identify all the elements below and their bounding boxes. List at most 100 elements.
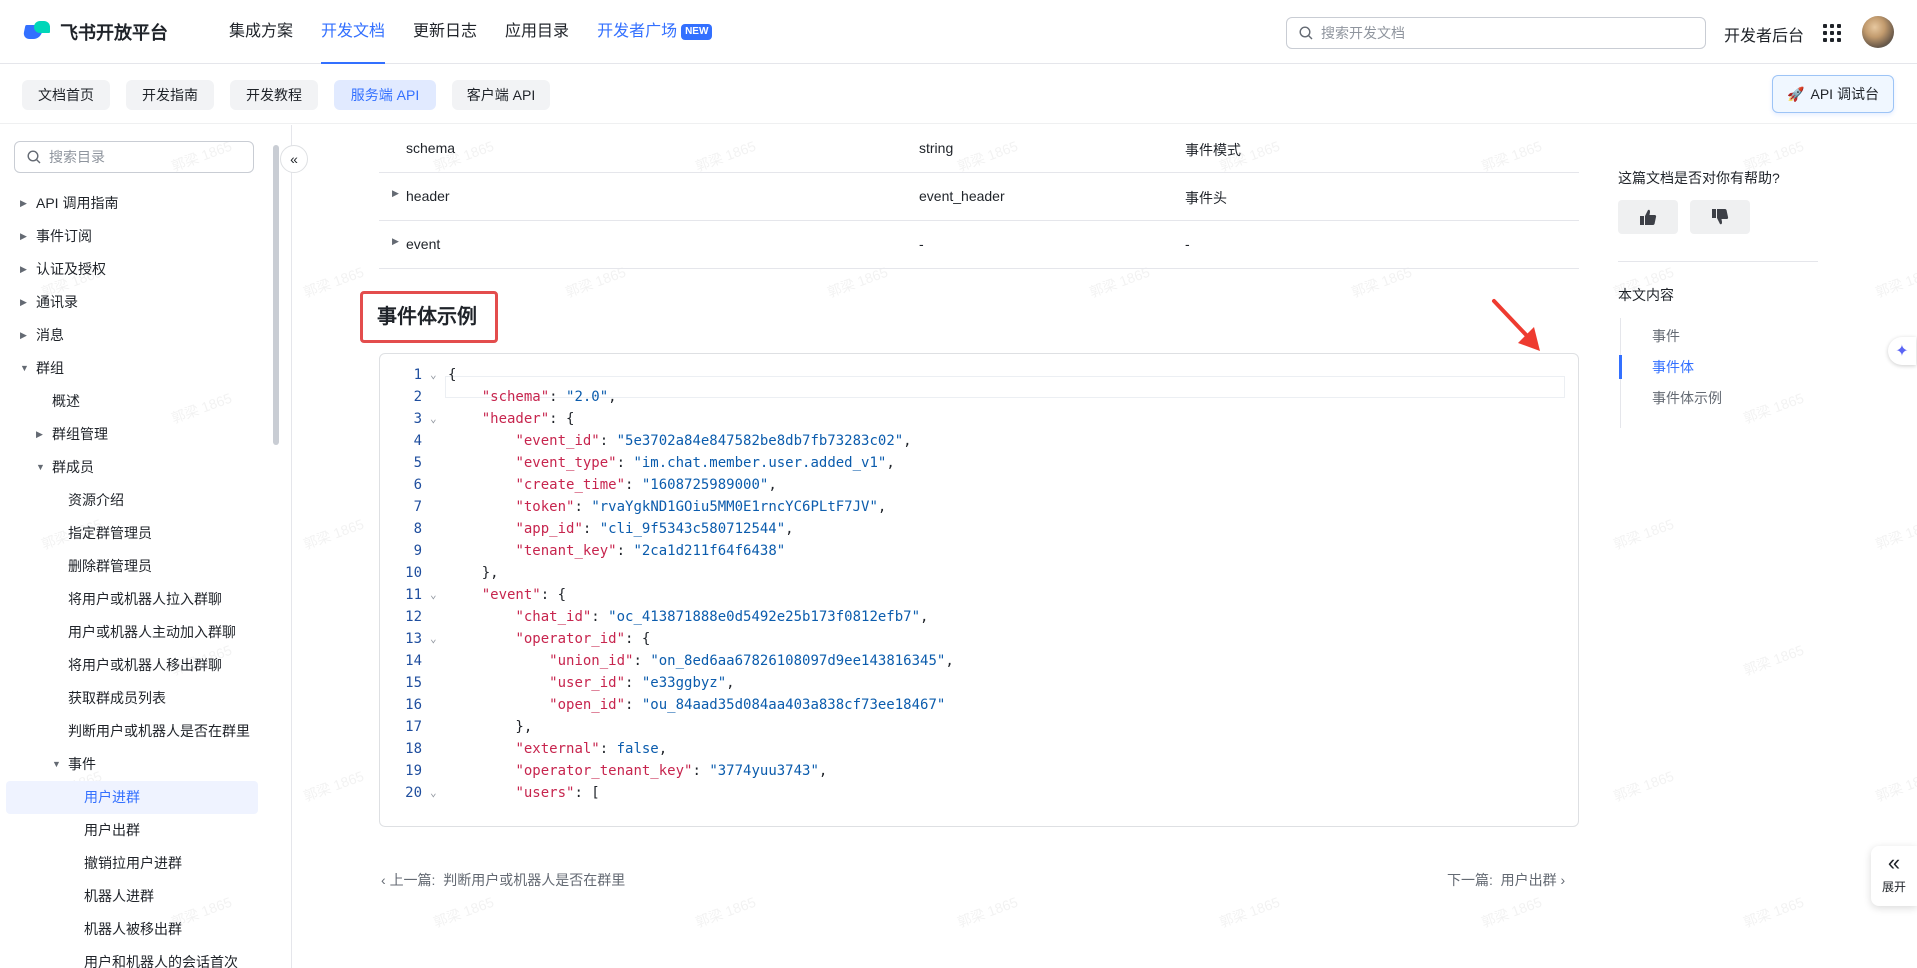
- nav-item-3[interactable]: 应用目录: [505, 0, 569, 64]
- caret-right-icon[interactable]: ▶: [392, 188, 399, 199]
- line-number: 3: [413, 411, 422, 427]
- thumbs-down-button[interactable]: [1690, 200, 1750, 234]
- toc-item[interactable]: 事件体示例: [1652, 388, 1722, 408]
- sidebar-item[interactable]: ▶ 通讯录: [0, 286, 270, 319]
- sidebar-item[interactable]: ▼ 群成员: [0, 451, 270, 484]
- nav-item-2[interactable]: 更新日志: [413, 0, 477, 64]
- code-text: "app_id": "cli_9f5343c580712544",: [515, 521, 794, 537]
- sidebar-item[interactable]: ▶ 消息: [0, 319, 270, 352]
- code-line: 7 "token": "rvaYgkND1GOiu5MM0E1rncYC6PLt…: [380, 496, 1560, 518]
- right-panel: 这篇文档是否对你有帮助? 本文内容 事件 事件体 事件体示例: [1618, 125, 1917, 968]
- api-debug-button[interactable]: 🚀 API 调试台: [1772, 75, 1894, 113]
- sidebar-item[interactable]: ▶ 事件订阅: [0, 220, 270, 253]
- subnav-tab-3[interactable]: 服务端 API: [334, 80, 436, 110]
- main-content: schema string 事件模式 ▶ header event_header 事件头 ▶ e…: [292, 125, 1582, 968]
- code-text: "schema": "2.0",: [481, 389, 617, 405]
- caret-right-icon: ▶: [20, 297, 27, 307]
- code-block[interactable]: 1 ⌄ {2 "schema": "2.0", 3 ⌄ "header": {4 "ev…: [379, 353, 1579, 827]
- ai-assistant-button[interactable]: ✦: [1888, 337, 1916, 365]
- fold-chevron-icon[interactable]: ⌄: [430, 628, 437, 650]
- doc-search-input[interactable]: [1321, 25, 1681, 41]
- doc-search-box[interactable]: [1286, 17, 1706, 49]
- sidebar-scrollbar[interactable]: [273, 145, 279, 445]
- app-grid-icon[interactable]: [1823, 24, 1841, 42]
- next-title: 用户出群: [1500, 872, 1557, 888]
- sidebar-item-label: 判断用户或机器人是否在群里: [68, 723, 250, 739]
- line-number: 16: [405, 697, 422, 713]
- divider: [1618, 261, 1818, 262]
- rocket-icon: 🚀: [1787, 85, 1805, 102]
- sidebar-item[interactable]: 指定群管理员: [0, 517, 270, 550]
- red-annotation-arrow-icon: [1492, 299, 1540, 351]
- sidebar-item-label: 指定群管理员: [68, 525, 152, 541]
- prev-article-link[interactable]: ‹ 上一篇: 判断用户或机器人是否在群里: [381, 870, 625, 890]
- catalog-search-input[interactable]: [49, 149, 239, 165]
- sidebar-item[interactable]: 用户和机器人的会话首次: [0, 946, 270, 968]
- avatar[interactable]: [1862, 16, 1894, 48]
- code-line: 16 "open_id": "ou_84aad35d084aa403a838cf…: [380, 694, 1560, 716]
- sidebar-item-label: 认证及授权: [36, 261, 106, 277]
- code-line: 20 ⌄ "users": [: [380, 782, 1560, 804]
- toc-item[interactable]: 事件: [1652, 326, 1680, 346]
- collapse-sidebar-button[interactable]: «: [280, 145, 308, 173]
- developer-console-link[interactable]: 开发者后台: [1724, 22, 1804, 46]
- sidebar-item[interactable]: 将用户或机器人移出群聊: [0, 649, 270, 682]
- sidebar-item[interactable]: 用户出群: [0, 814, 270, 847]
- nav-item-4[interactable]: 开发者广场 NEW: [597, 0, 713, 64]
- sidebar-item[interactable]: 用户进群: [6, 781, 258, 814]
- sidebar-item-label: 事件: [68, 756, 96, 772]
- sidebar-item[interactable]: 用户或机器人主动加入群聊: [0, 616, 270, 649]
- sidebar-item[interactable]: 判断用户或机器人是否在群里: [0, 715, 270, 748]
- sidebar-item[interactable]: 删除群管理员: [0, 550, 270, 583]
- thumbs-up-icon: [1640, 209, 1657, 225]
- table-row[interactable]: ▶ event - -: [379, 221, 1579, 269]
- sidebar-item[interactable]: 获取群成员列表: [0, 682, 270, 715]
- field-description: 事件头: [1185, 190, 1227, 206]
- sidebar-item[interactable]: ▼ 事件: [0, 748, 270, 781]
- fold-chevron-icon[interactable]: ⌄: [430, 782, 437, 804]
- line-number: 5: [413, 455, 422, 471]
- next-label: 下一篇:: [1447, 872, 1493, 888]
- subnav-tab-2[interactable]: 开发教程: [230, 80, 318, 110]
- toc-item[interactable]: 事件体: [1652, 357, 1694, 377]
- fold-chevron-icon[interactable]: ⌄: [430, 584, 437, 606]
- caret-right-icon: ▶: [20, 330, 27, 340]
- main-nav: 集成方案 开发文档 更新日志 应用目录 开发者广场 NEW: [229, 0, 740, 64]
- prev-label: 上一篇:: [389, 872, 436, 888]
- sidebar-item[interactable]: ▶ 群组管理: [0, 418, 270, 451]
- catalog-search-box[interactable]: [14, 141, 254, 173]
- code-text: {: [448, 367, 457, 383]
- sidebar-item[interactable]: 撤销拉用户进群: [0, 847, 270, 880]
- sidebar-item-label: 概述: [52, 393, 80, 409]
- sidebar-item[interactable]: ▶ API 调用指南: [0, 187, 270, 220]
- sidebar-item[interactable]: ▶ 认证及授权: [0, 253, 270, 286]
- sidebar-item[interactable]: 概述: [0, 385, 270, 418]
- expand-panel-button[interactable]: « 展开: [1871, 846, 1917, 906]
- subnav-tab-4[interactable]: 客户端 API: [452, 80, 550, 110]
- caret-right-icon[interactable]: ▶: [392, 236, 399, 247]
- logo-text: 飞书开放平台: [60, 22, 168, 43]
- sidebar-item[interactable]: 机器人进群: [0, 880, 270, 913]
- code-line: 9 "tenant_key": "2ca1d211f64f6438": [380, 540, 1560, 562]
- sidebar-item[interactable]: 将用户或机器人拉入群聊: [0, 583, 270, 616]
- subnav-tab-1[interactable]: 开发指南: [126, 80, 214, 110]
- sidebar-item[interactable]: ▼ 群组: [0, 352, 270, 385]
- fold-chevron-icon[interactable]: ⌄: [430, 408, 437, 430]
- sidebar-item[interactable]: 机器人被移出群: [0, 913, 270, 946]
- subnav-tab-0[interactable]: 文档首页: [22, 80, 110, 110]
- nav-item-0[interactable]: 集成方案: [229, 0, 293, 64]
- caret-right-icon: ▶: [20, 198, 27, 208]
- line-number: 7: [413, 499, 422, 515]
- sidebar-item[interactable]: 资源介绍: [0, 484, 270, 517]
- code-line: 19 "operator_tenant_key": "3774yuu3743",: [380, 760, 1560, 782]
- thumbs-up-button[interactable]: [1618, 200, 1678, 234]
- logo[interactable]: 飞书开放平台: [22, 19, 204, 45]
- fold-chevron-icon[interactable]: ⌄: [430, 364, 437, 386]
- caret-down-icon: ▼: [20, 363, 29, 373]
- nav-item-1[interactable]: 开发文档: [321, 0, 386, 64]
- table-row[interactable]: ▶ header event_header 事件头: [379, 173, 1579, 221]
- code-text: "union_id": "on_8ed6aa67826108097d9ee143…: [549, 653, 954, 669]
- next-article-link[interactable]: 下一篇: 用户出群 ›: [1447, 870, 1565, 890]
- field-description: -: [1185, 236, 1190, 252]
- field-description: 事件模式: [1185, 142, 1241, 158]
